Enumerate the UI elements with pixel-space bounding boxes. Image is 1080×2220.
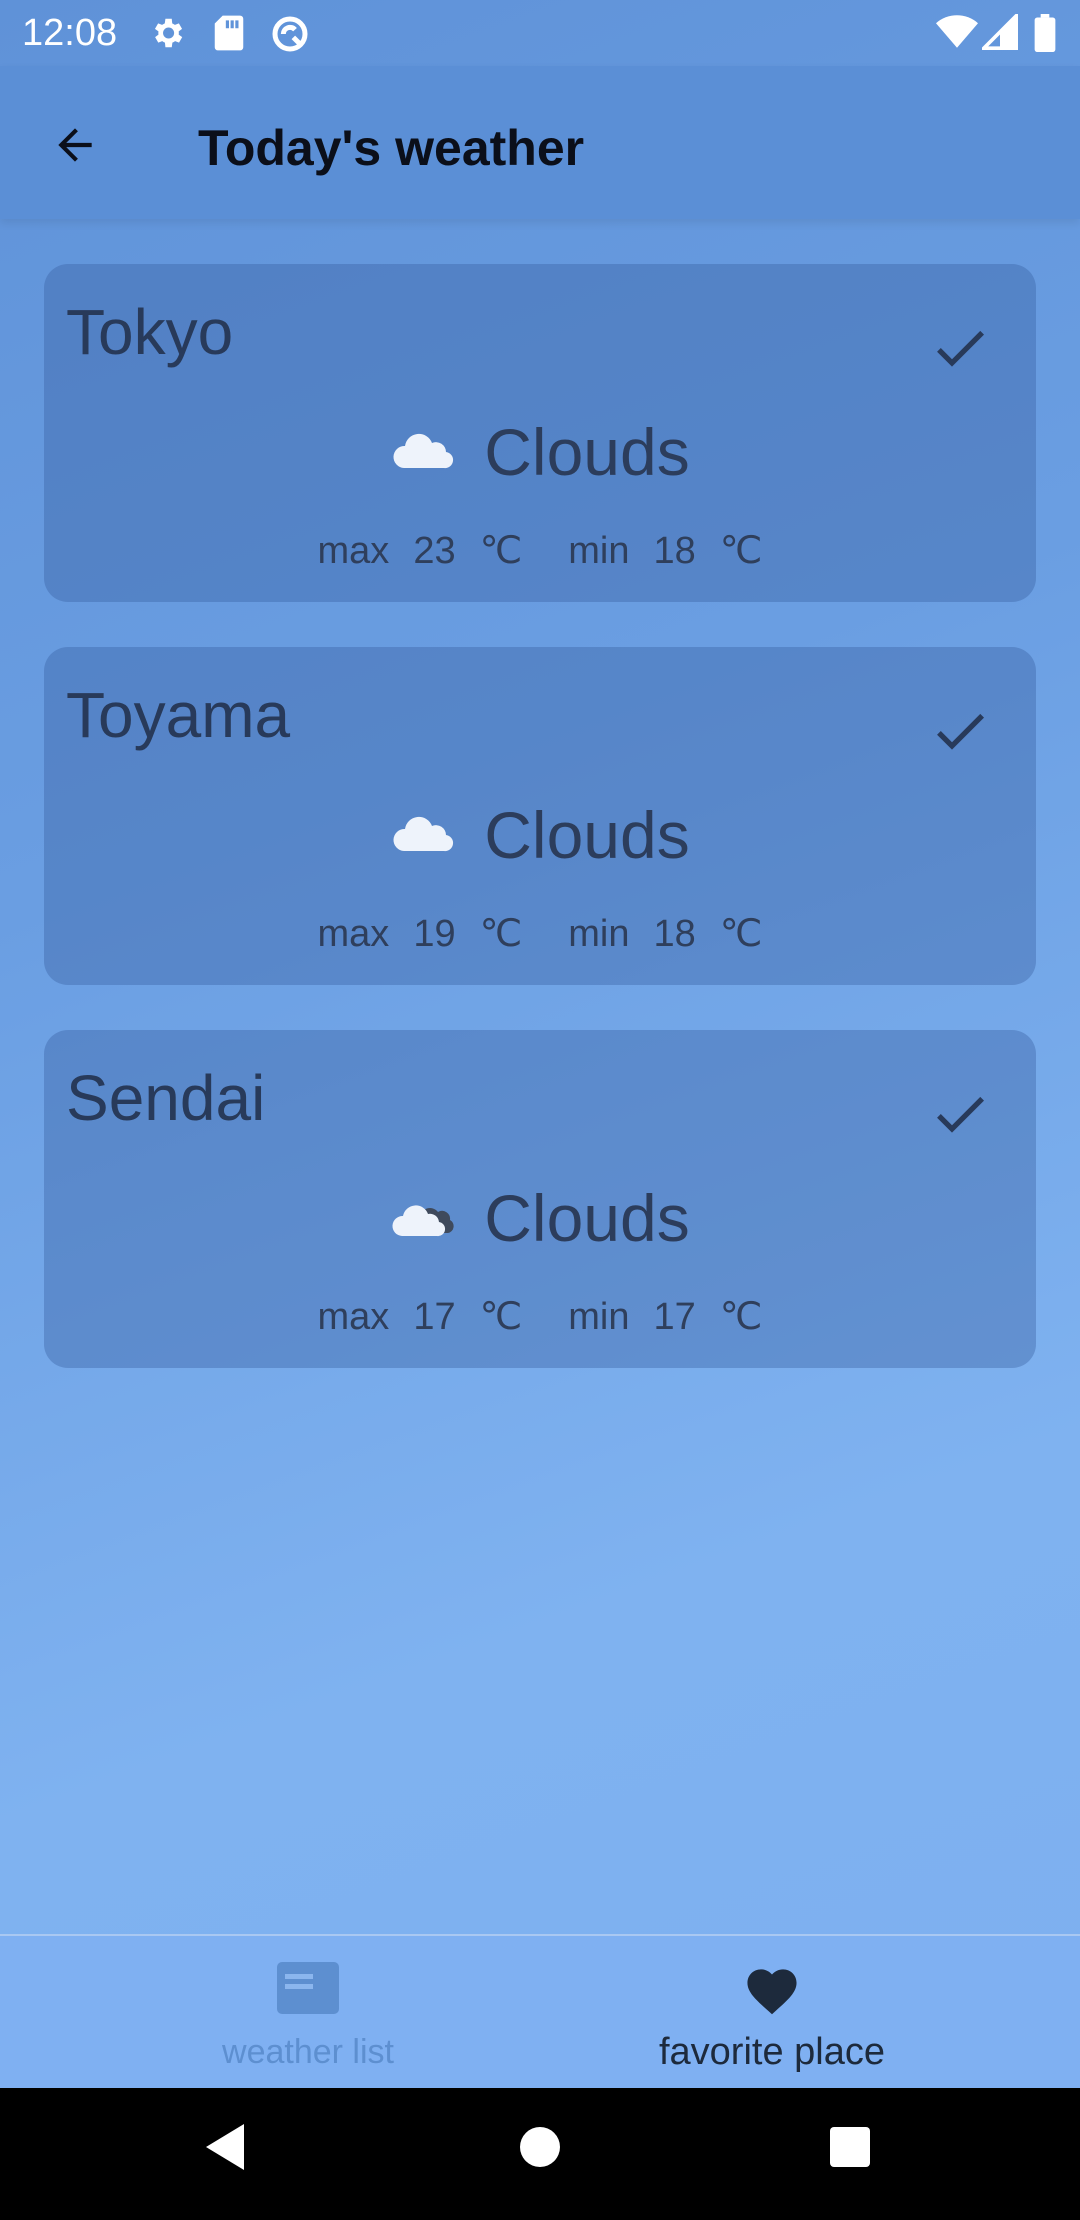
min-temp: 18 [653,913,696,955]
min-label: min [568,1296,630,1338]
back-button[interactable] [40,110,110,180]
system-recents-button[interactable] [828,2122,872,2177]
favorite-check-button[interactable] [928,699,992,763]
nav-label-favorite-place: favorite place [658,2031,885,2073]
min-unit: ℃ [719,530,763,572]
arrow-back-icon [58,128,92,162]
square-recents-icon [830,2127,870,2167]
max-label: max [317,1296,390,1338]
circle-home-icon [520,2127,560,2167]
sync-icon [270,14,310,59]
page-title: Today's weather [198,120,585,176]
check-icon [937,713,984,750]
min-unit: ℃ [719,1296,763,1338]
check-icon [937,330,984,367]
weather-card-toyama[interactable]: Toyama Clouds max 19 ℃ min 18 ℃ [44,647,1036,985]
list-icon [277,1962,339,2014]
check-icon [937,1096,984,1133]
min-temp: 17 [653,1296,696,1338]
status-bar: 12:08 [0,0,1080,66]
nav-label-weather-list: weather list [222,2033,394,2071]
system-home-button[interactable] [518,2122,562,2177]
wifi-icon [936,14,978,55]
cell-signal-icon [979,11,1018,55]
status-time: 12:08 [22,12,118,54]
card-weather-row: Clouds [44,1178,1036,1258]
max-temp: 23 [413,530,456,572]
system-back-button[interactable] [204,2122,248,2177]
battery-icon [1034,14,1056,57]
cloud-icon [393,433,454,469]
weather-condition: Clouds [484,415,690,489]
card-city-name: Toyama [66,679,291,751]
card-city-name: Sendai [66,1062,266,1134]
min-label: min [568,913,630,955]
max-unit: ℃ [479,913,523,955]
cloud-icon [393,816,454,852]
max-temp: 17 [413,1296,456,1338]
min-unit: ℃ [719,913,763,955]
nav-item-favorite-place[interactable]: favorite place [502,1936,1042,2090]
heart-icon [747,1969,797,2015]
weather-card-tokyo[interactable]: Tokyo Clouds max 23 ℃ min 18 ℃ [44,264,1036,602]
max-label: max [317,530,390,572]
triangle-back-icon [206,2124,244,2170]
bottom-navigation: weather list favorite place [0,1934,1080,2090]
min-label: min [568,530,630,572]
weather-condition: Clouds [484,1181,690,1255]
card-temperatures: max 23 ℃ min 18 ℃ [44,528,1036,574]
card-city-name: Tokyo [66,296,234,368]
card-weather-row: Clouds [44,412,1036,492]
nav-item-weather-list[interactable]: weather list [38,1936,578,2090]
weather-card-sendai[interactable]: Sendai Clouds max 17 ℃ min 17 ℃ [44,1030,1036,1368]
sd-card-icon [212,14,246,57]
favorite-check-button[interactable] [928,1082,992,1146]
weather-condition: Clouds [484,798,690,872]
broken-clouds-icon [392,1205,454,1237]
max-temp: 19 [413,913,456,955]
max-unit: ℃ [479,1296,523,1338]
card-weather-row: Clouds [44,795,1036,875]
card-temperatures: max 17 ℃ min 17 ℃ [44,1294,1036,1340]
system-navigation-bar [0,2088,1080,2220]
app-bar: Today's weather [0,66,1080,219]
card-temperatures: max 19 ℃ min 18 ℃ [44,911,1036,957]
min-temp: 18 [653,530,696,572]
favorite-check-button[interactable] [928,316,992,380]
settings-icon [148,14,186,57]
max-unit: ℃ [479,530,523,572]
max-label: max [317,913,390,955]
